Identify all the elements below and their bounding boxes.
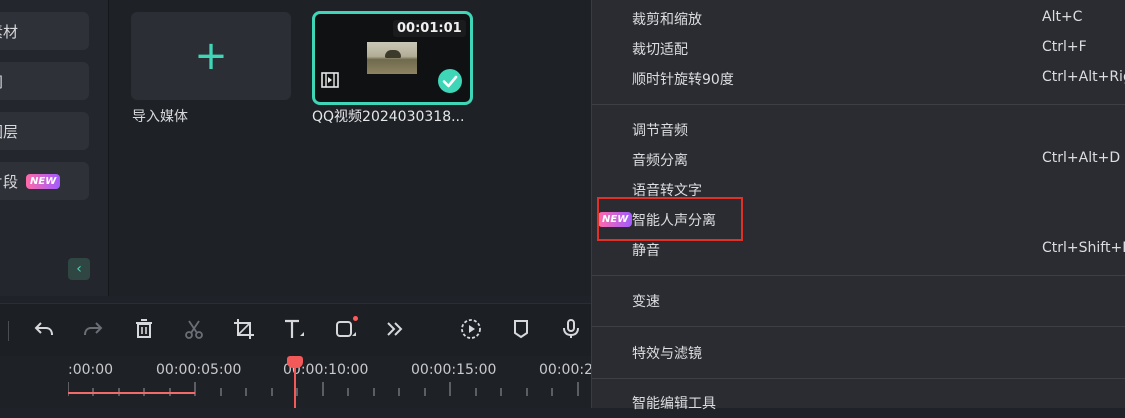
menu-item-shortcut: Ctrl+Shift+M	[1042, 240, 1125, 256]
menu-item-crop-zoom[interactable]: 裁剪和缩放 Alt+C	[592, 4, 1125, 34]
text-icon[interactable]	[283, 318, 305, 340]
collapse-sidebar-button[interactable]: ‹	[68, 258, 90, 280]
playhead-handle[interactable]	[287, 356, 303, 368]
playback-icon[interactable]	[460, 318, 482, 340]
film-icon	[321, 72, 339, 88]
menu-item-crop-fit[interactable]: 裁切适配 Ctrl+F	[592, 34, 1125, 64]
ruler-time-label: :00:00	[68, 362, 114, 378]
menu-divider	[592, 326, 1125, 327]
menu-item-shortcut: Alt+C	[1042, 9, 1083, 25]
menu-item-label: 音频分离	[632, 153, 688, 169]
redo-icon[interactable]	[82, 318, 104, 340]
menu-item-label: 调节音频	[632, 123, 688, 139]
marker-icon[interactable]	[510, 318, 532, 340]
sidebar-item-label: 素材	[0, 22, 19, 41]
undo-icon[interactable]	[33, 318, 55, 340]
menu-item-shortcut: Ctrl+Alt+Rig	[1042, 69, 1125, 85]
import-media-label: 导入媒体	[132, 109, 188, 125]
clip-duration: 00:01:01	[393, 20, 466, 37]
chevron-left-icon: ‹	[76, 261, 82, 277]
menu-item-adjust-audio[interactable]: 调节音频	[592, 115, 1125, 145]
delete-icon[interactable]	[133, 318, 155, 340]
menu-item-label: 变速	[632, 294, 660, 310]
import-media-tile[interactable]: +	[131, 12, 291, 100]
menu-divider	[592, 378, 1125, 379]
menu-item-effects-filters[interactable]: 特效与滤镜	[592, 338, 1125, 368]
sidebar-item-time[interactable]: 间	[0, 62, 89, 100]
clip-thumbnail	[367, 42, 417, 74]
menu-item-label: 顺时针旋转90度	[632, 72, 734, 88]
menu-item-shortcut: Ctrl+Alt+D	[1042, 150, 1121, 166]
menu-item-label: 智能编辑工具	[632, 396, 716, 412]
ruler-time-label: 00:00:15:00	[411, 362, 497, 378]
menu-item-shortcut: Ctrl+F	[1042, 39, 1087, 55]
sidebar-item-material[interactable]: 素材	[0, 12, 89, 50]
ruler-time-label: 00:00:05:00	[156, 362, 242, 378]
crop-icon[interactable]	[233, 318, 255, 340]
ruler-time-label: 00:00:2	[539, 362, 593, 378]
sidebar-item-segment[interactable]: 片段 NEW	[0, 162, 89, 200]
shape-notification-dot	[353, 316, 358, 321]
new-badge: NEW	[26, 173, 61, 189]
check-icon	[438, 69, 462, 93]
media-panel: + 导入媒体 00:01:01 QQ视频2024030318...	[109, 0, 591, 296]
menu-divider	[592, 104, 1125, 105]
menu-item-detach-audio[interactable]: 音频分离 Ctrl+Alt+D	[592, 145, 1125, 175]
menu-divider	[592, 275, 1125, 276]
media-clip-tile[interactable]: 00:01:01	[312, 11, 473, 105]
menu-item-speed[interactable]: 变速	[592, 286, 1125, 316]
sidebar-item-label: 图层	[0, 122, 19, 141]
timeline-toolbar	[0, 303, 591, 356]
highlight-annotation-box	[597, 197, 743, 241]
selection-range	[68, 392, 195, 394]
sidebar-item-label: 间	[0, 71, 3, 92]
menu-item-label: 裁剪和缩放	[632, 12, 702, 28]
shape-icon[interactable]	[335, 318, 357, 340]
toolbar-divider	[8, 321, 9, 341]
plus-icon: +	[194, 33, 228, 79]
menu-item-label: 裁切适配	[632, 42, 688, 58]
sidebar-item-label: 片段	[0, 172, 19, 191]
sidebar-item-layer[interactable]: 图层	[0, 112, 89, 150]
clip-filename: QQ视频2024030318...	[312, 109, 465, 125]
menu-item-label: 特效与滤镜	[632, 346, 702, 362]
more-icon[interactable]	[384, 318, 406, 340]
menu-item-rotate-90[interactable]: 顺时针旋转90度 Ctrl+Alt+Rig	[592, 64, 1125, 94]
timeline-ruler[interactable]: :00:00 00:00:05:00 00:00:10:00 00:00:15:…	[0, 356, 593, 408]
microphone-icon[interactable]	[560, 318, 582, 340]
menu-item-label: 静音	[632, 243, 660, 259]
left-sidebar: 素材 间 图层 片段 NEW ‹	[0, 0, 109, 296]
cut-icon[interactable]	[183, 318, 205, 340]
menu-item-smart-edit-tools[interactable]: 智能编辑工具	[592, 388, 1125, 418]
